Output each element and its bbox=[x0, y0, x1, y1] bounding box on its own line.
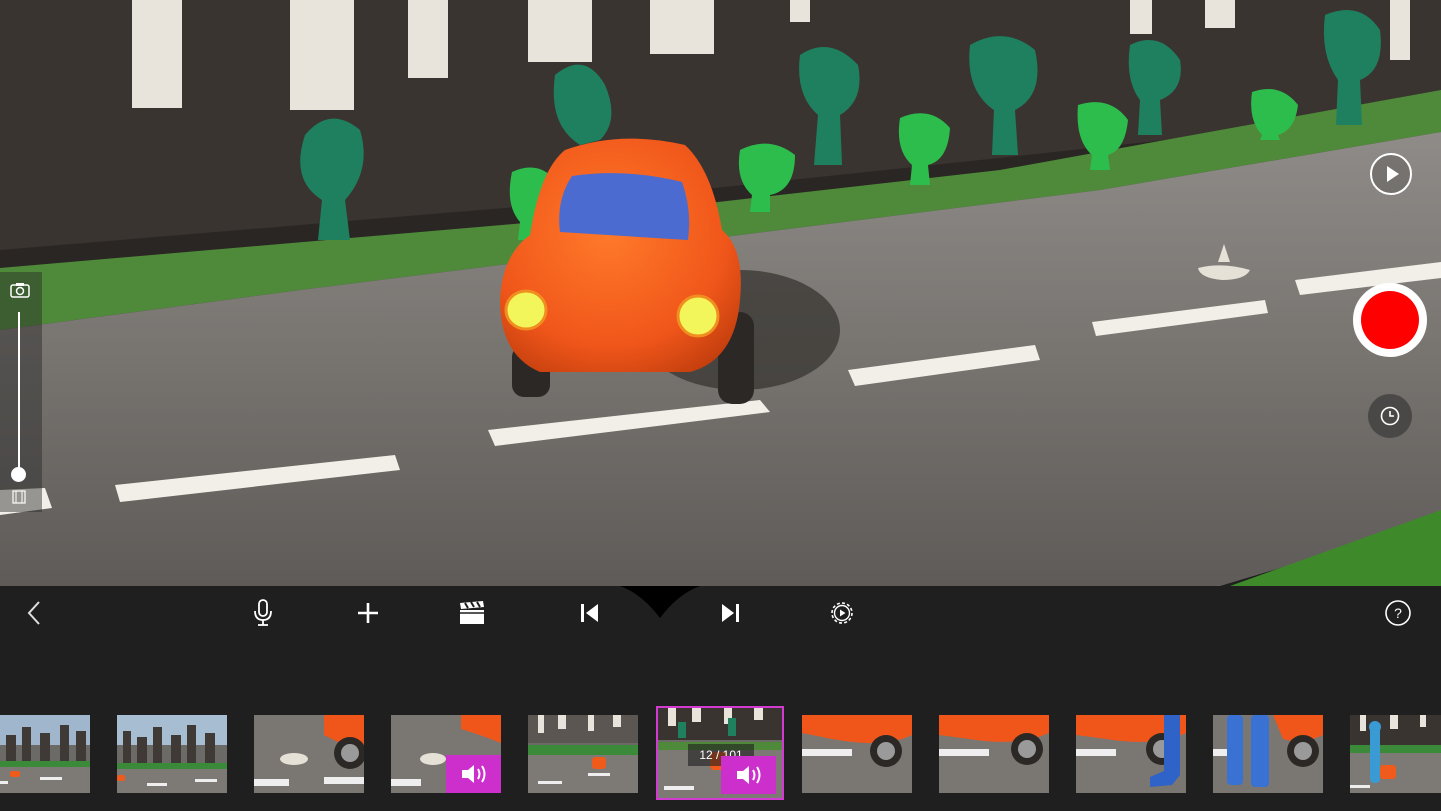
skip-start-icon bbox=[581, 604, 598, 622]
frame-thumbnail[interactable] bbox=[1350, 715, 1441, 793]
frame-image bbox=[802, 715, 912, 793]
jump-to-end-button[interactable] bbox=[703, 586, 757, 640]
frame-thumbnail[interactable] bbox=[117, 715, 227, 793]
clapperboard-button[interactable] bbox=[445, 586, 499, 640]
record-audio-button[interactable] bbox=[236, 586, 290, 640]
frame-image bbox=[1350, 715, 1441, 793]
zoom-slider-thumb[interactable] bbox=[11, 467, 26, 482]
zoom-slider-track[interactable] bbox=[18, 312, 20, 472]
play-icon bbox=[1387, 166, 1399, 182]
svg-text:?: ? bbox=[1394, 605, 1402, 621]
audio-marker[interactable] bbox=[721, 756, 776, 794]
timelapse-timer-button[interactable] bbox=[1368, 394, 1412, 438]
microphone-icon bbox=[254, 599, 272, 626]
frame-thumbnail[interactable] bbox=[528, 715, 638, 793]
help-button[interactable]: ? bbox=[1371, 586, 1425, 640]
frame-thumbnail[interactable] bbox=[1076, 715, 1186, 793]
jump-to-start-button[interactable] bbox=[563, 586, 617, 640]
frame-image bbox=[0, 715, 90, 793]
playhead-notch bbox=[620, 586, 700, 618]
skip-end-icon bbox=[722, 604, 739, 622]
back-icon bbox=[27, 601, 40, 625]
capture-frame-button[interactable] bbox=[1353, 283, 1427, 357]
audio-marker[interactable] bbox=[446, 755, 501, 793]
zoom-slider-panel bbox=[0, 272, 42, 512]
speaker-icon bbox=[461, 765, 485, 783]
plus-icon bbox=[358, 603, 378, 623]
clock-icon bbox=[1380, 406, 1400, 426]
frame-image bbox=[254, 715, 364, 793]
frame-thumbnail[interactable] bbox=[802, 715, 912, 793]
frame-filmstrip[interactable]: 12 / 101 bbox=[0, 642, 1441, 811]
frame-image bbox=[528, 715, 638, 793]
live-camera-image bbox=[0, 0, 1441, 586]
speaker-icon bbox=[736, 766, 760, 784]
camera-icon bbox=[10, 283, 30, 298]
record-indicator bbox=[1361, 291, 1419, 349]
clapperboard-icon bbox=[460, 601, 484, 624]
frame-thumbnail[interactable] bbox=[254, 715, 364, 793]
play-button[interactable] bbox=[1370, 153, 1412, 195]
frame-thumbnail[interactable] bbox=[391, 715, 501, 793]
settings-button[interactable] bbox=[815, 586, 869, 640]
back-button[interactable] bbox=[7, 586, 61, 640]
help-icon: ? bbox=[1385, 600, 1411, 626]
settings-gear-icon bbox=[831, 602, 853, 624]
frame-image bbox=[1213, 715, 1323, 793]
frame-thumbnail[interactable] bbox=[939, 715, 1049, 793]
frame-thumbnail[interactable] bbox=[0, 715, 90, 793]
selected-frame-thumbnail[interactable]: 12 / 101 bbox=[656, 706, 784, 800]
frame-image bbox=[939, 715, 1049, 793]
film-icon bbox=[12, 490, 26, 504]
frame-image bbox=[117, 715, 227, 793]
toolbar: ? bbox=[0, 586, 1441, 642]
frame-thumbnail[interactable] bbox=[1213, 715, 1323, 793]
frame-image bbox=[1076, 715, 1186, 793]
camera-viewfinder[interactable] bbox=[0, 0, 1441, 586]
add-button[interactable] bbox=[341, 586, 395, 640]
